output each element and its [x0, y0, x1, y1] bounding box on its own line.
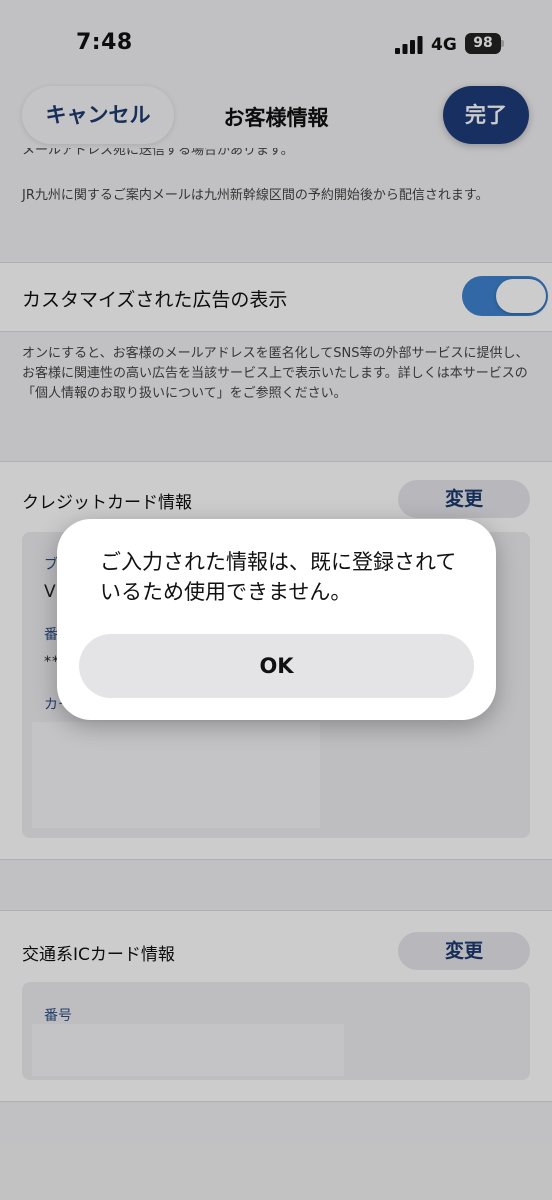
- ok-button[interactable]: OK: [79, 634, 474, 698]
- alert-message: ご入力された情報は、既に登録されているため使用できません。: [100, 550, 457, 604]
